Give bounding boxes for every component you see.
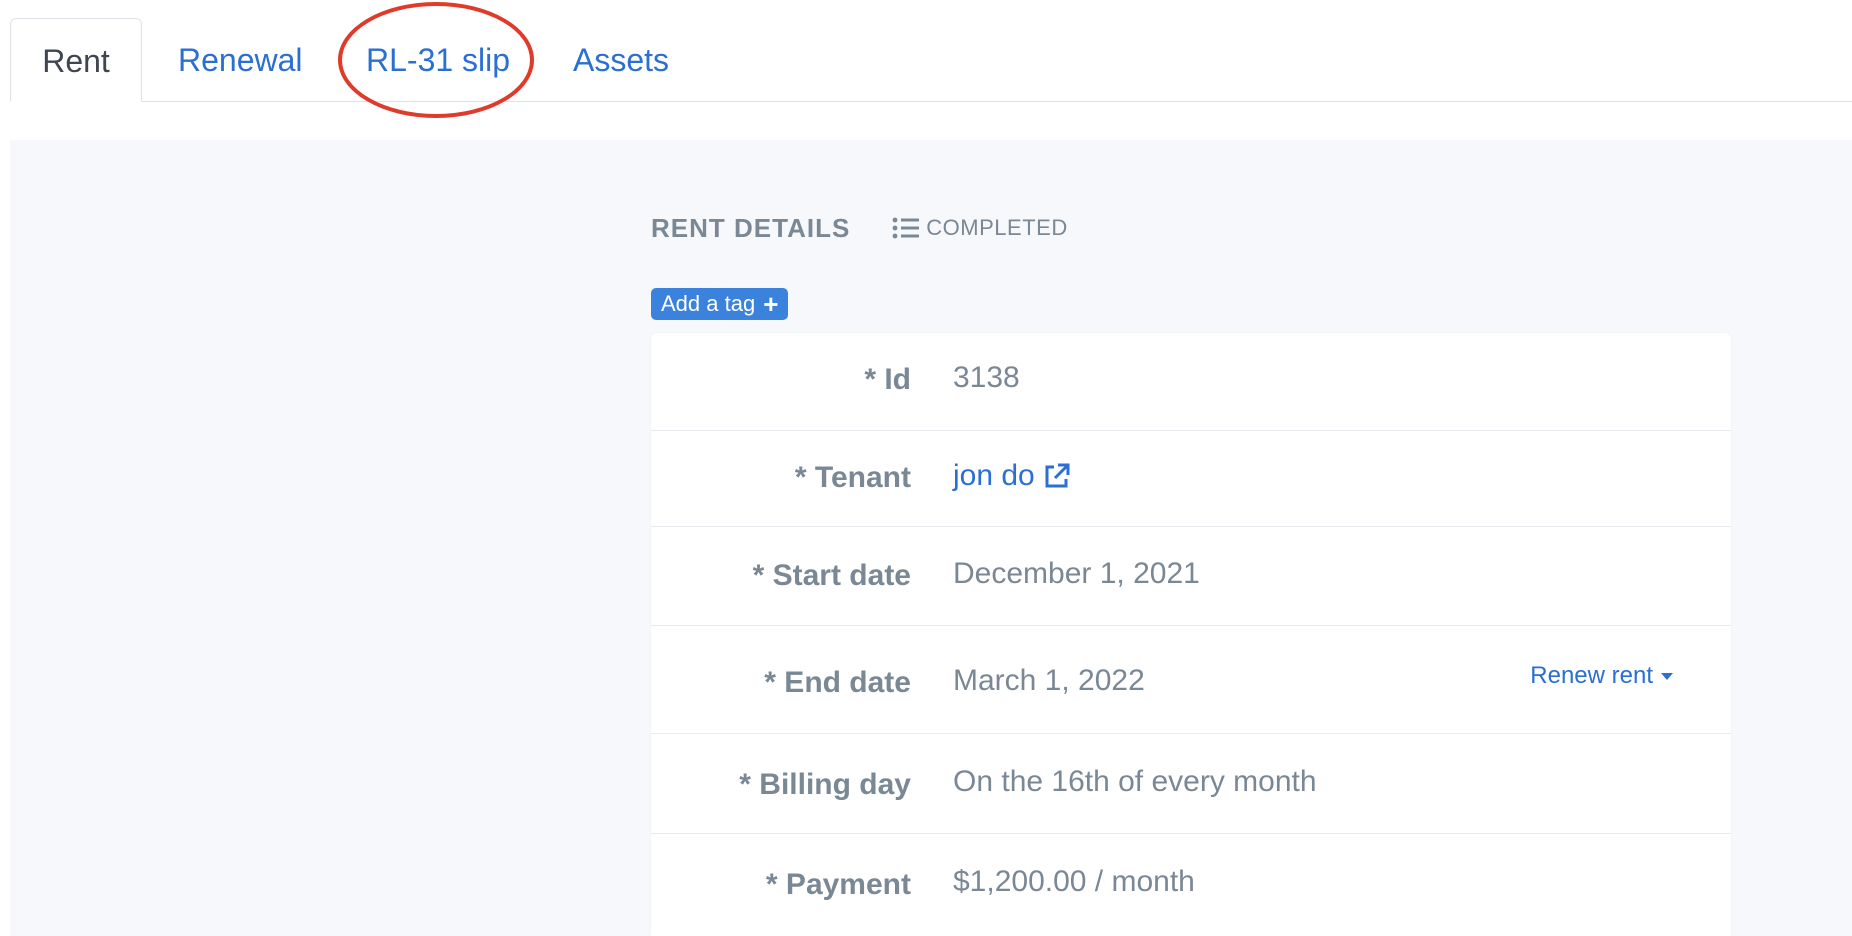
tenant-label: * Tenant: [794, 461, 911, 494]
tenant-link[interactable]: jon do: [953, 459, 1071, 493]
payment-label: * Payment: [765, 868, 911, 901]
status-indicator: COMPLETED: [892, 215, 1067, 241]
renew-rent-label: Renew rent: [1530, 662, 1653, 689]
tab-bar: Rent Renewal RL-31 slip Assets: [0, 0, 1852, 102]
external-link-icon: [1045, 463, 1070, 488]
end-date-label: * End date: [764, 666, 911, 699]
add-tag-button[interactable]: Add a tag +: [651, 288, 789, 320]
detail-row-id: * Id 3138: [651, 333, 1731, 431]
detail-row-end-date: * End date March 1, 2022 Renew rent: [651, 626, 1731, 734]
id-value: 3138: [953, 361, 1020, 394]
detail-row-tenant: * Tenant jon do: [651, 431, 1731, 527]
start-date-label: * Start date: [752, 559, 911, 592]
detail-row-start-date: * Start date December 1, 2021: [651, 527, 1731, 626]
caret-down-icon: [1661, 672, 1673, 680]
billing-day-value: On the 16th of every month: [953, 765, 1317, 798]
tab-rent[interactable]: Rent: [10, 18, 142, 102]
end-date-value: March 1, 2022: [953, 664, 1145, 697]
id-label: * Id: [864, 363, 911, 396]
tab-rl31-slip[interactable]: RL-31 slip: [366, 18, 510, 102]
detail-row-payment: * Payment $1,200.00 / month: [651, 834, 1731, 936]
section-title: RENT DETAILS: [651, 212, 851, 243]
detail-row-billing-day: * Billing day On the 16th of every month: [651, 734, 1731, 834]
plus-icon: +: [763, 289, 779, 319]
tab-renewal[interactable]: Renewal: [178, 18, 303, 102]
status-label: COMPLETED: [926, 215, 1068, 240]
section-header: RENT DETAILS COMPLETED: [651, 208, 1068, 248]
tenant-name: jon do: [953, 459, 1035, 492]
add-tag-label: Add a tag: [661, 291, 756, 316]
list-icon: [892, 217, 920, 239]
payment-value: $1,200.00 / month: [953, 865, 1195, 898]
start-date-value: December 1, 2021: [953, 557, 1200, 590]
renew-rent-dropdown[interactable]: Renew rent: [1530, 662, 1673, 690]
tab-assets[interactable]: Assets: [573, 18, 669, 102]
rent-details-card: * Id 3138 * Tenant jon do * Start date D…: [651, 333, 1731, 936]
billing-day-label: * Billing day: [739, 768, 911, 801]
